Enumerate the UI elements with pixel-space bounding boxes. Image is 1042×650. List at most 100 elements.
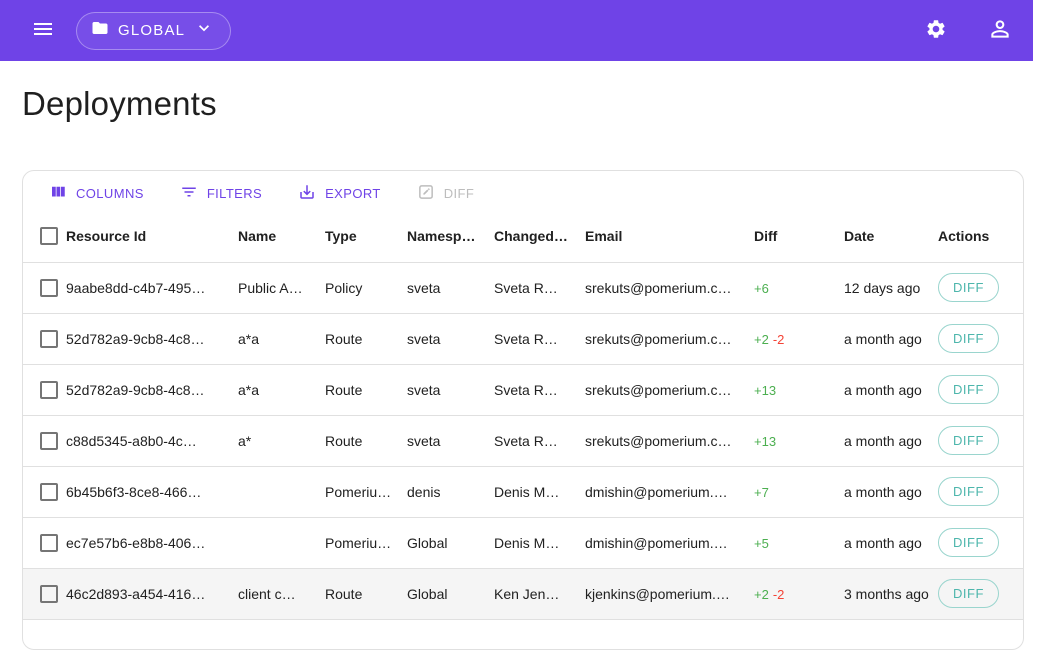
cell-changed-by: Denis M… (494, 517, 585, 568)
column-header-namespace[interactable]: Namesp… (407, 211, 494, 262)
table-row[interactable]: c88d5345-a8b0-4c…a*RoutesvetaSveta R…sre… (23, 415, 1023, 466)
cell-namespace: sveta (407, 262, 494, 313)
table-header-row: Resource IdNameTypeNamesp…Changed…EmailD… (23, 211, 1023, 262)
cell-changed-by: Sveta R… (494, 415, 585, 466)
cell-actions: DIFF (938, 415, 1023, 466)
table-toolbar: COLUMNS FILTERS EXPORT DIFF (23, 171, 1023, 211)
namespace-selector[interactable]: GLOBAL (76, 12, 231, 50)
diff-additions: +6 (754, 281, 769, 296)
cell-namespace: denis (407, 466, 494, 517)
cell-type: Route (325, 568, 407, 619)
column-header-actions[interactable]: Actions (938, 211, 1023, 262)
menu-button[interactable] (31, 17, 55, 44)
cell-changed-by: Sveta R… (494, 313, 585, 364)
cell-date: a month ago (844, 313, 938, 364)
cell-email: srekuts@pomerium.c… (585, 262, 754, 313)
row-diff-button[interactable]: DIFF (938, 477, 999, 506)
cell-email: srekuts@pomerium.c… (585, 364, 754, 415)
row-checkbox[interactable] (40, 381, 58, 399)
row-checkbox[interactable] (40, 432, 58, 450)
table-row[interactable]: 52d782a9-9cb8-4c8…a*aRoutesvetaSveta R…s… (23, 313, 1023, 364)
diff-additions: +2 (754, 332, 769, 347)
row-diff-button[interactable]: DIFF (938, 375, 999, 404)
column-header-email[interactable]: Email (585, 211, 754, 262)
cell-resource-id: 46c2d893-a454-416… (66, 568, 238, 619)
table-row[interactable]: ec7e57b6-e8b8-406…Pomeriu…GlobalDenis M…… (23, 517, 1023, 568)
cell-actions: DIFF (938, 364, 1023, 415)
cell-diff: +6 (754, 262, 844, 313)
row-diff-button[interactable]: DIFF (938, 324, 999, 353)
diff-additions: +7 (754, 485, 769, 500)
columns-button[interactable]: COLUMNS (37, 177, 156, 210)
column-header-diff[interactable]: Diff (754, 211, 844, 262)
diff-toolbar-button-label: DIFF (444, 186, 474, 201)
cell-diff: +2 -2 (754, 313, 844, 364)
row-diff-button[interactable]: DIFF (938, 579, 999, 608)
row-checkbox-cell (23, 415, 66, 466)
table-row[interactable]: 52d782a9-9cb8-4c8…a*aRoutesvetaSveta R…s… (23, 364, 1023, 415)
export-button[interactable]: EXPORT (286, 177, 393, 210)
row-checkbox-cell (23, 262, 66, 313)
cell-resource-id: 52d782a9-9cb8-4c8… (66, 364, 238, 415)
table-row[interactable]: 6b45b6f3-8ce8-466…Pomeriu…denisDenis M…d… (23, 466, 1023, 517)
column-header-changed-by[interactable]: Changed… (494, 211, 585, 262)
row-checkbox-cell (23, 466, 66, 517)
cell-name: a* (238, 415, 325, 466)
diff-toolbar-button[interactable]: DIFF (405, 177, 486, 210)
filters-button[interactable]: FILTERS (168, 177, 274, 210)
row-diff-button[interactable]: DIFF (938, 426, 999, 455)
cell-changed-by: Denis M… (494, 466, 585, 517)
page-title: Deployments (22, 85, 217, 123)
column-header-date[interactable]: Date (844, 211, 938, 262)
filter-icon (180, 183, 198, 204)
cell-name: a*a (238, 364, 325, 415)
settings-button[interactable] (925, 18, 947, 43)
cell-name: client c… (238, 568, 325, 619)
cell-changed-by: Ken Jen… (494, 568, 585, 619)
row-checkbox[interactable] (40, 330, 58, 348)
cell-resource-id: 6b45b6f3-8ce8-466… (66, 466, 238, 517)
diff-additions: +13 (754, 383, 776, 398)
diff-deletions: -2 (773, 332, 785, 347)
cell-name: Public A… (238, 262, 325, 313)
cell-resource-id: 9aabe8dd-c4b7-495… (66, 262, 238, 313)
deployments-card: COLUMNS FILTERS EXPORT DIFF (22, 170, 1024, 650)
cell-actions: DIFF (938, 262, 1023, 313)
row-checkbox[interactable] (40, 279, 58, 297)
cell-email: srekuts@pomerium.c… (585, 415, 754, 466)
row-checkbox[interactable] (40, 534, 58, 552)
column-header-type[interactable]: Type (325, 211, 407, 262)
app-bar: GLOBAL (0, 0, 1033, 61)
table-row[interactable]: 9aabe8dd-c4b7-495…Public A…PolicysvetaSv… (23, 262, 1023, 313)
diff-additions: +2 (754, 587, 769, 602)
namespace-label: GLOBAL (118, 22, 185, 39)
row-checkbox[interactable] (40, 585, 58, 603)
folder-icon (91, 19, 109, 42)
cell-diff: +13 (754, 364, 844, 415)
columns-icon (49, 183, 67, 204)
row-diff-button[interactable]: DIFF (938, 273, 999, 302)
column-header-resource-id[interactable]: Resource Id (66, 211, 238, 262)
user-button[interactable] (987, 16, 1013, 45)
diff-additions: +13 (754, 434, 776, 449)
table-row[interactable]: 46c2d893-a454-416…client c…RouteGlobalKe… (23, 568, 1023, 619)
export-icon (298, 183, 316, 204)
cell-actions: DIFF (938, 313, 1023, 364)
cell-resource-id: c88d5345-a8b0-4c… (66, 415, 238, 466)
row-diff-button[interactable]: DIFF (938, 528, 999, 557)
cell-date: a month ago (844, 517, 938, 568)
cell-actions: DIFF (938, 466, 1023, 517)
column-header-name[interactable]: Name (238, 211, 325, 262)
cell-changed-by: Sveta R… (494, 364, 585, 415)
chevron-down-icon (194, 18, 214, 43)
cell-date: a month ago (844, 364, 938, 415)
header-checkbox-cell (23, 211, 66, 262)
cell-email: dmishin@pomerium.… (585, 517, 754, 568)
cell-type: Pomeriu… (325, 466, 407, 517)
cell-name: a*a (238, 313, 325, 364)
export-button-label: EXPORT (325, 186, 381, 201)
select-all-checkbox[interactable] (40, 227, 58, 245)
cell-type: Pomeriu… (325, 517, 407, 568)
cell-type: Route (325, 364, 407, 415)
row-checkbox[interactable] (40, 483, 58, 501)
